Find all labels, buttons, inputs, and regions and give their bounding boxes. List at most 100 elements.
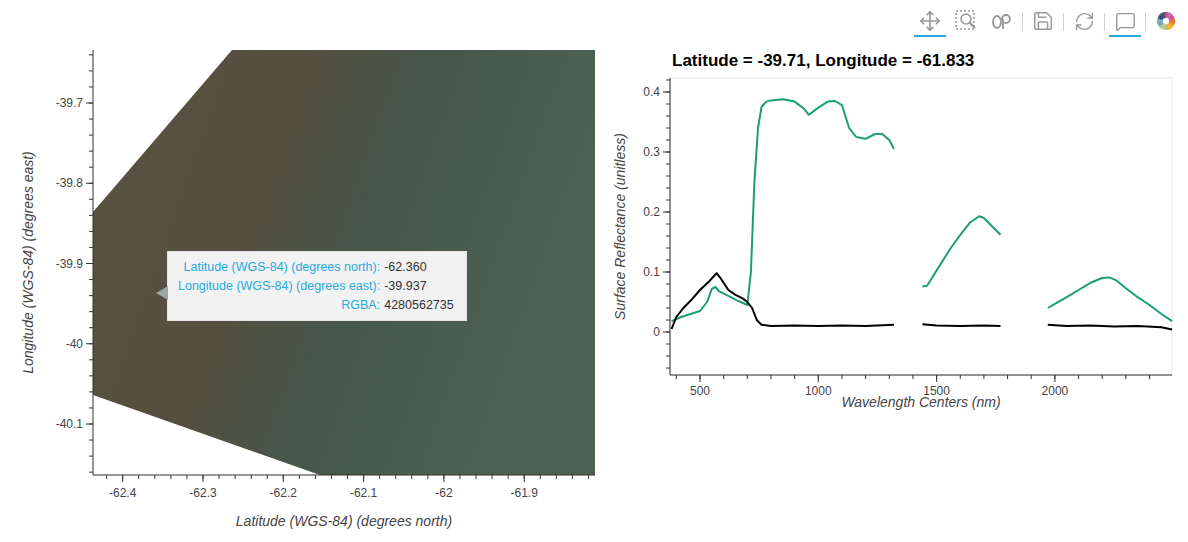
x-major-tick <box>1054 375 1055 382</box>
y-minor-tick <box>89 247 93 248</box>
y-minor-tick <box>89 359 93 360</box>
y-major-tick <box>663 92 670 93</box>
y-axis-line <box>93 50 94 475</box>
toolbar-separator <box>1063 13 1064 31</box>
y-minor-tick <box>666 368 670 369</box>
x-major-tick <box>122 475 123 482</box>
spectrum-line <box>1048 277 1172 321</box>
x-minor-tick <box>1125 375 1126 379</box>
y-tick-label: 0.1 <box>643 265 660 279</box>
y-minor-tick <box>666 236 670 237</box>
y-minor-tick <box>666 200 670 201</box>
box-zoom-tool[interactable] <box>950 7 982 37</box>
logo-tool[interactable] <box>1150 7 1182 37</box>
plot-frame <box>670 78 1172 375</box>
y-major-tick <box>86 103 93 104</box>
x-axis-label: Latitude (WGS-84) (degrees north) <box>236 513 452 529</box>
x-minor-tick <box>219 475 220 479</box>
y-minor-tick <box>89 231 93 232</box>
y-minor-tick <box>89 167 93 168</box>
x-tick-label: -62.2 <box>270 486 298 500</box>
y-minor-tick <box>666 104 670 105</box>
pan-tool[interactable] <box>914 7 946 37</box>
hover-icon <box>1115 11 1136 32</box>
x-minor-tick <box>747 375 748 379</box>
x-minor-tick <box>138 475 139 479</box>
y-tick-label: 0.2 <box>643 205 660 219</box>
spectrum-figure: Latitude = -39.71, Longitude = -61.83350… <box>610 44 1188 542</box>
y-major-tick <box>663 212 670 213</box>
y-minor-tick <box>89 151 93 152</box>
y-minor-tick <box>89 456 93 457</box>
hover-tool[interactable] <box>1109 7 1141 37</box>
x-major-tick <box>203 475 204 482</box>
x-minor-tick <box>235 475 236 479</box>
x-major-tick <box>443 475 444 482</box>
x-minor-tick <box>676 375 677 379</box>
y-minor-tick <box>666 308 670 309</box>
y-tick-label: 0.4 <box>643 85 660 99</box>
hover-tooltip: Latitude (WGS-84) (degrees north):-62.36… <box>167 251 467 321</box>
bokeh-logo-icon <box>1154 9 1178 33</box>
x-minor-tick <box>476 475 477 479</box>
y-tick-label: -40.1 <box>56 417 84 431</box>
x-minor-tick <box>865 375 866 379</box>
spectrum-line <box>1048 325 1172 330</box>
x-major-tick <box>936 375 937 382</box>
tooltip-value: -62.360 <box>384 260 454 274</box>
x-minor-tick <box>170 475 171 479</box>
x-minor-tick <box>395 475 396 479</box>
y-minor-tick <box>666 284 670 285</box>
y-minor-tick <box>89 135 93 136</box>
y-major-tick <box>663 152 670 153</box>
x-minor-tick <box>315 475 316 479</box>
x-minor-tick <box>540 475 541 479</box>
app: -62.4-62.3-62.2-62.1-62-61.9-39.7-39.8-3… <box>0 0 1188 542</box>
x-minor-tick <box>983 375 984 379</box>
x-minor-tick <box>492 475 493 479</box>
y-minor-tick <box>89 70 93 71</box>
y-minor-tick <box>89 472 93 473</box>
x-minor-tick <box>960 375 961 379</box>
x-tick-label: -62 <box>435 486 453 500</box>
x-minor-tick <box>508 475 509 479</box>
y-minor-tick <box>666 128 670 129</box>
spectrum-line <box>672 273 894 329</box>
x-minor-tick <box>1031 375 1032 379</box>
y-minor-tick <box>666 80 670 81</box>
x-minor-tick <box>154 475 155 479</box>
y-major-tick <box>86 343 93 344</box>
save-tool[interactable] <box>1027 7 1059 37</box>
toolbar-separator <box>1145 13 1146 31</box>
tooltip-label: RGBA: <box>178 298 380 312</box>
x-major-tick <box>283 475 284 482</box>
x-major-tick <box>700 375 701 382</box>
y-axis-label: Surface Reflectance (unitless) <box>612 133 628 320</box>
x-tick-label: -62.1 <box>350 486 378 500</box>
y-major-tick <box>86 183 93 184</box>
x-minor-tick <box>459 475 460 479</box>
x-axis-label: Wavelength Centers (nm) <box>841 394 1000 410</box>
x-axis-line <box>93 475 595 476</box>
y-minor-tick <box>666 260 670 261</box>
x-minor-tick <box>1149 375 1150 379</box>
y-minor-tick <box>89 375 93 376</box>
y-minor-tick <box>89 440 93 441</box>
y-minor-tick <box>89 215 93 216</box>
x-minor-tick <box>572 475 573 479</box>
x-minor-tick <box>588 475 589 479</box>
x-minor-tick <box>331 475 332 479</box>
tooltip-value: 4280562735 <box>384 298 454 312</box>
spectrum-line <box>922 324 1000 326</box>
map-figure: -62.4-62.3-62.2-62.1-62-61.9-39.7-39.8-3… <box>0 44 610 542</box>
box-zoom-icon <box>954 9 978 33</box>
x-tick-label: -62.3 <box>189 486 217 500</box>
y-minor-tick <box>89 407 93 408</box>
reset-tool[interactable] <box>1068 7 1100 37</box>
x-minor-tick <box>251 475 252 479</box>
wheel-zoom-tool[interactable] <box>986 7 1018 37</box>
spectrum-plot[interactable]: Latitude = -39.71, Longitude = -61.83350… <box>610 44 1188 542</box>
y-minor-tick <box>89 295 93 296</box>
y-minor-tick <box>666 188 670 189</box>
x-minor-tick <box>770 375 771 379</box>
